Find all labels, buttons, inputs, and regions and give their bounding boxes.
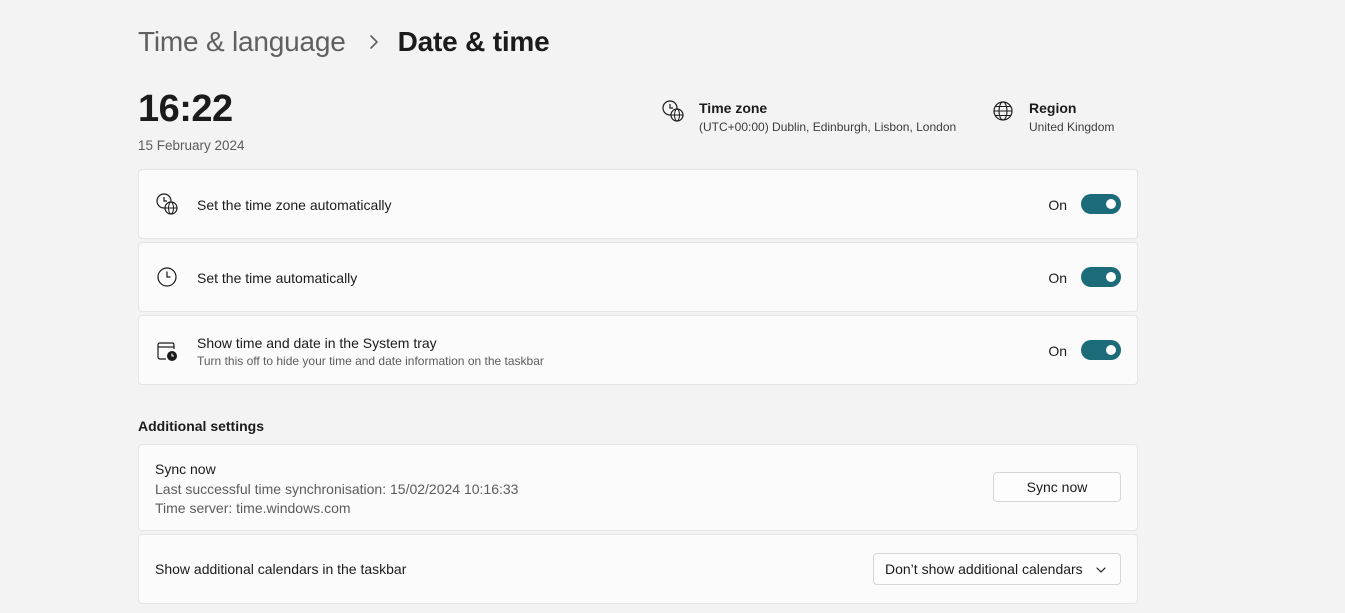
auto-time-toggle[interactable] bbox=[1081, 267, 1121, 287]
additional-calendars-label: Show additional calendars in the taskbar bbox=[155, 561, 407, 577]
auto-time-state: On bbox=[1048, 270, 1067, 286]
time-zone-title: Time zone bbox=[699, 100, 768, 116]
system-tray-card: Show time and date in the System tray Tu… bbox=[138, 315, 1138, 385]
auto-time-zone-toggle[interactable] bbox=[1081, 194, 1121, 214]
auto-time-zone-label: Set the time zone automatically bbox=[197, 197, 392, 213]
calendar-clock-icon bbox=[157, 342, 177, 361]
breadcrumb: Time & language Date & time bbox=[138, 22, 550, 62]
system-tray-description: Turn this off to hide your time and date… bbox=[197, 354, 544, 368]
system-tray-state: On bbox=[1048, 343, 1067, 359]
sync-now-button[interactable]: Sync now bbox=[993, 472, 1121, 502]
breadcrumb-parent[interactable]: Time & language bbox=[138, 26, 346, 58]
toggle-knob bbox=[1106, 199, 1116, 209]
additional-calendars-card: Show additional calendars in the taskbar… bbox=[138, 534, 1138, 604]
dropdown-selected-value: Don’t show additional calendars bbox=[885, 561, 1083, 577]
auto-time-zone-state: On bbox=[1048, 197, 1067, 213]
clock-icon bbox=[157, 267, 177, 287]
region-info[interactable]: Region United Kingdom bbox=[991, 99, 1114, 134]
chevron-right-icon bbox=[369, 35, 378, 49]
region-title: Region bbox=[1029, 100, 1077, 116]
system-tray-toggle[interactable] bbox=[1081, 340, 1121, 360]
toggle-knob bbox=[1106, 272, 1116, 282]
time-zone-icon bbox=[156, 193, 178, 215]
last-sync-text: Last successful time synchronisation: 15… bbox=[155, 481, 519, 497]
sync-title: Sync now bbox=[155, 461, 216, 477]
current-time: 16:22 bbox=[138, 88, 233, 130]
auto-time-card: Set the time automatically On bbox=[138, 242, 1138, 312]
time-zone-info[interactable]: Time zone (UTC+00:00) Dublin, Edinburgh,… bbox=[661, 99, 956, 134]
chevron-down-icon bbox=[1096, 567, 1106, 573]
additional-calendars-dropdown[interactable]: Don’t show additional calendars bbox=[873, 553, 1121, 585]
system-tray-label: Show time and date in the System tray bbox=[197, 335, 437, 351]
toggle-knob bbox=[1106, 345, 1116, 355]
additional-settings-heading: Additional settings bbox=[138, 418, 264, 434]
current-date: 15 February 2024 bbox=[138, 138, 245, 153]
auto-time-label: Set the time automatically bbox=[197, 270, 358, 286]
sync-card: Sync now Last successful time synchronis… bbox=[138, 444, 1138, 531]
time-server-text: Time server: time.windows.com bbox=[155, 500, 351, 516]
time-zone-value: (UTC+00:00) Dublin, Edinburgh, Lisbon, L… bbox=[699, 120, 957, 134]
region-value: United Kingdom bbox=[1029, 120, 1115, 134]
date-time-settings-page: Time & language Date & time 16:22 15 Feb… bbox=[0, 0, 1345, 613]
page-title: Date & time bbox=[397, 26, 550, 57]
time-zone-icon bbox=[662, 100, 684, 122]
auto-time-zone-card: Set the time zone automatically On bbox=[138, 169, 1138, 239]
globe-icon bbox=[993, 101, 1013, 121]
